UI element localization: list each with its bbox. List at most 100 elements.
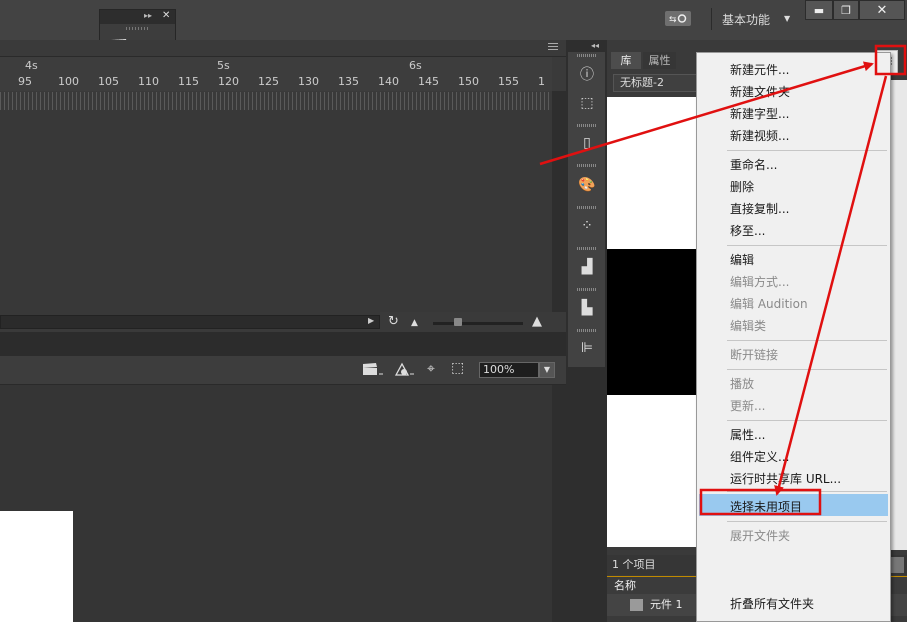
chevron-down-icon[interactable]: ▼ [784,14,790,23]
frame-number: 155 [498,75,519,88]
swatches-icon[interactable]: ▙ [577,299,597,317]
frame-number: 120 [218,75,239,88]
frame-number: 125 [258,75,279,88]
graphic-symbol-icon [630,599,643,611]
collapse-icon[interactable]: ◂◂ [591,41,599,50]
menu-item-edit-with[interactable]: 编辑方式... [730,273,789,290]
chevron-down-icon[interactable]: ▼ [539,362,555,378]
grip-icon[interactable] [577,54,597,57]
menu-item-collapse-all-folders[interactable]: 折叠所有文件夹 [730,595,814,612]
frame-number: 130 [298,75,319,88]
grip-icon[interactable] [577,288,597,291]
zoom-input[interactable]: 100% [479,362,539,378]
slider-handle[interactable] [454,318,462,326]
second-marker: 4s [25,59,38,72]
menu-item-new-video[interactable]: 新建视频... [730,127,789,144]
menu-item-move-to[interactable]: 移至... [730,222,765,239]
crosshair-icon[interactable]: ⌖ [427,361,435,377]
toolbar-divider [711,8,712,30]
menu-item-new-folder[interactable]: 新建文件夹 [730,83,790,100]
menu-item-edit[interactable]: 编辑 [730,251,754,268]
collapse-icon[interactable]: ▸▸ [144,11,152,20]
grip-icon[interactable] [577,329,597,332]
document-select[interactable]: 无标题-2 [613,74,703,92]
clip-content-icon[interactable]: ⬚ [451,360,464,376]
grip-icon[interactable] [126,27,150,30]
frame-number: 105 [98,75,119,88]
code-snippets-icon[interactable]: ▯ [577,134,597,152]
menu-item-new-symbol[interactable]: 新建元件... [730,61,789,78]
edit-scene-icon[interactable] [362,362,384,378]
menu-separator [727,245,887,246]
close-icon[interactable]: ✕ [162,10,170,21]
play-right-icon[interactable]: ▶ [368,316,374,325]
loop-icon[interactable]: ↻ [388,314,399,329]
align-icon[interactable]: ⊫ [577,339,597,357]
menu-separator [727,150,887,151]
menu-item-update[interactable]: 更新... [730,397,765,414]
menu-item-play[interactable]: 播放 [730,375,754,392]
zoom-out-icon[interactable]: ▲ [411,318,418,328]
tab-library[interactable]: 库 [611,52,641,69]
stage-pasteboard[interactable] [0,385,552,622]
menu-item-runtime-shared-library[interactable]: 运行时共享库 URL... [730,470,841,487]
frame-number: 145 [418,75,439,88]
second-marker: 6s [409,59,422,72]
grip-icon[interactable] [577,164,597,167]
info-icon[interactable]: ⓘ [577,66,597,84]
grip-icon[interactable] [577,247,597,250]
timeline-horizontal-scrollbar[interactable] [0,315,380,329]
zoom-in-icon[interactable]: ▲ [532,314,542,329]
timeline-zoom-slider[interactable] [433,322,523,325]
menu-item-properties[interactable]: 属性... [730,426,765,443]
grip-icon[interactable] [577,206,597,209]
frame-number: 100 [58,75,79,88]
grip-icon[interactable] [577,124,597,127]
frame-number: 110 [138,75,159,88]
menu-item-break-link[interactable]: 断开链接 [730,346,778,363]
timeline-layers-area[interactable] [0,110,552,315]
components-icon[interactable]: ▟ [577,258,597,276]
menu-item-rename[interactable]: 重命名... [730,156,777,173]
workspace-switcher[interactable]: 基本功能 [722,11,770,28]
motion-presets-icon[interactable]: ⁘ [577,217,597,235]
frame-number: 150 [458,75,479,88]
panel-menu-icon[interactable] [548,43,558,51]
library-scrollbar[interactable] [891,80,907,550]
stage-vertical-scrollbar[interactable] [552,385,566,622]
tab-properties[interactable]: 属性 [643,52,676,69]
menu-item-edit-audition[interactable]: 编辑 Audition [730,295,808,312]
frame-number: 95 [18,75,32,88]
color-palette-icon[interactable]: 🎨 [577,176,597,194]
stage-canvas[interactable] [0,511,73,622]
frame-cells[interactable] [0,92,552,110]
menu-separator [727,420,887,421]
frame-number: 1 [538,75,545,88]
menu-separator [727,491,887,492]
menu-item-select-unused[interactable]: 选择未用项目 [730,498,802,515]
panel-divider [0,332,566,356]
menu-separator [727,340,887,341]
menu-separator [727,369,887,370]
search-icon[interactable] [890,557,904,573]
timeline-vertical-scrollbar[interactable] [552,91,566,312]
timeline-header [0,40,566,57]
svg-text:⇆: ⇆ [669,15,677,25]
menu-item-edit-class[interactable]: 编辑类 [730,317,766,334]
minimize-button[interactable]: ▬ [805,0,833,20]
restore-button[interactable]: ❐ [833,0,859,20]
sync-settings-button[interactable]: ⇆ [665,11,691,26]
close-window-button[interactable]: ✕ [859,0,905,20]
edit-symbol-icon[interactable] [394,362,416,378]
menu-item-delete[interactable]: 删除 [730,178,754,195]
menu-item-new-font[interactable]: 新建字型... [730,105,789,122]
transform-icon[interactable]: ⬚ [577,94,597,112]
library-panel-menu: 新建元件... 新建文件夹 新建字型... 新建视频... 重命名... 删除 … [696,52,891,622]
frame-number: 140 [378,75,399,88]
menu-separator [727,521,887,522]
second-marker: 5s [217,59,230,72]
sync-icon: ⇆ [669,14,687,25]
menu-item-duplicate[interactable]: 直接复制... [730,200,789,217]
menu-item-component-definition[interactable]: 组件定义... [730,448,789,465]
menu-item-expand-folder[interactable]: 展开文件夹 [730,527,790,544]
